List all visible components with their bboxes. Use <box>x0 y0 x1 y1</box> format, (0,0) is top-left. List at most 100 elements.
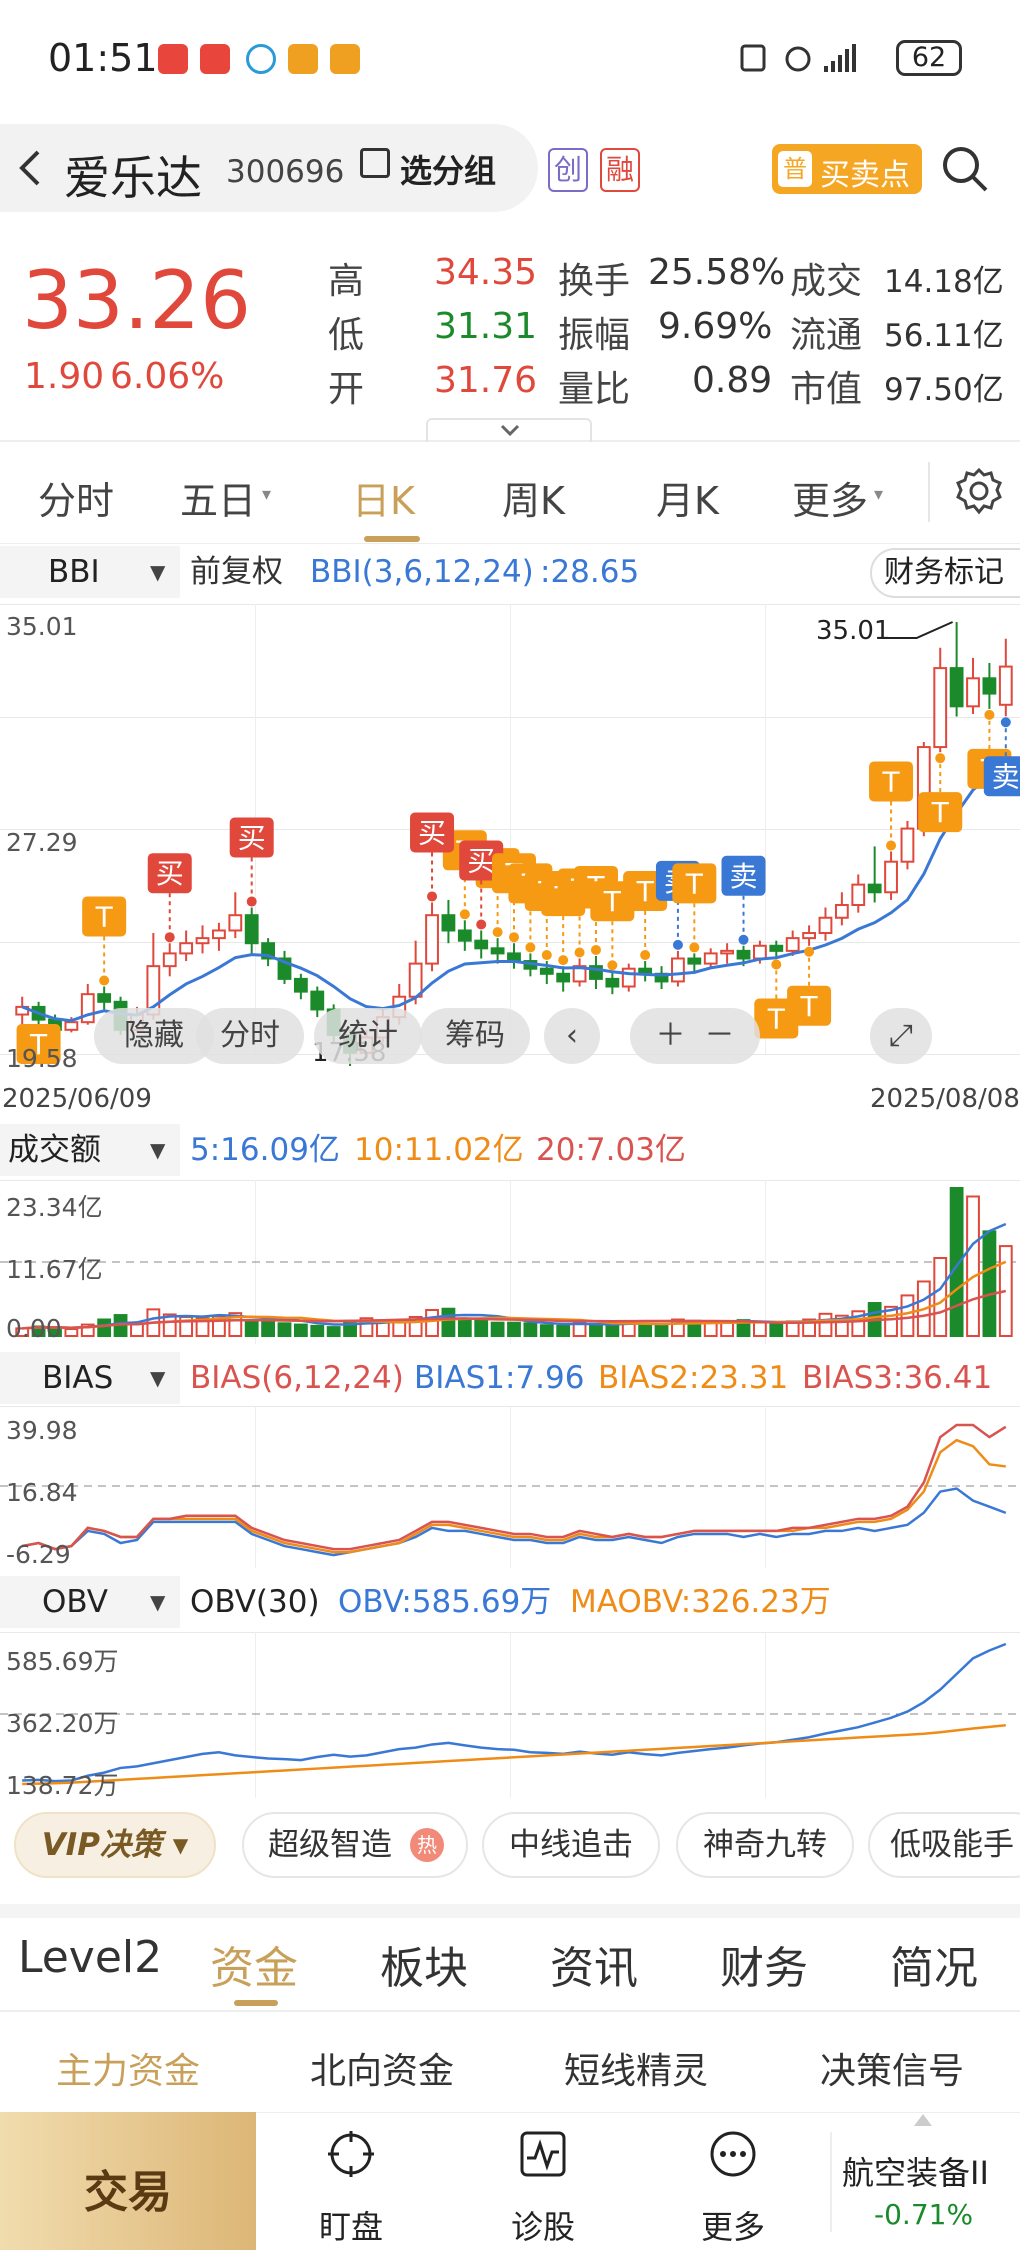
tab-weekly-k[interactable]: 周K <box>502 470 565 525</box>
caret-down-icon: ▼ <box>150 1138 166 1162</box>
trade-label: 交易 <box>84 2167 172 2218</box>
volume-ma20: 20:7.03亿 <box>536 1132 686 1168</box>
tab-news[interactable]: 资讯 <box>550 1932 638 1996</box>
tab-level2[interactable]: Level2 <box>18 1932 162 1983</box>
vip-decision-button[interactable]: VIP决策 ▾ <box>14 1812 216 1878</box>
volume-bar <box>589 1322 603 1337</box>
chips-button[interactable]: 筹码 <box>420 1008 530 1064</box>
buy-sell-label: 买卖点 <box>820 158 910 193</box>
bias-selector[interactable]: BIAS ▼ <box>0 1352 180 1404</box>
indicator-selector[interactable]: BBI ▼ <box>0 546 180 598</box>
scroll-left-button[interactable]: ‹ <box>544 1008 600 1064</box>
subtab-main-funds[interactable]: 主力资金 <box>56 2042 200 2094</box>
high-label: 高 <box>328 261 365 302</box>
diagnose-button[interactable]: 诊股 <box>478 2112 608 2250</box>
signal-label: T <box>881 766 900 799</box>
zoom-out-icon: － <box>704 1018 735 1053</box>
tab-finance[interactable]: 财务 <box>720 1932 808 1996</box>
signal-dot <box>541 950 552 961</box>
bias-y-low: -6.29 <box>6 1540 71 1569</box>
search-icon[interactable] <box>940 144 990 194</box>
float-cap-value: 56.11亿 <box>884 318 1004 354</box>
strategy-label: 超级智造 <box>268 1827 392 1863</box>
tab-five-day[interactable]: 五日 <box>180 470 256 525</box>
tab-sector[interactable]: 板块 <box>380 1932 468 1996</box>
watch-button[interactable]: 盯盘 <box>286 2112 416 2250</box>
notification-app-icon <box>200 44 230 74</box>
kline-y-low: 19.58 <box>6 1044 78 1073</box>
obv-selector[interactable]: OBV ▼ <box>0 1576 180 1628</box>
statistics-button[interactable]: 统计 <box>314 1008 422 1064</box>
volume-bar <box>261 1320 275 1337</box>
obv-line <box>22 1642 1007 1783</box>
amplitude-label: 振幅 <box>558 315 631 356</box>
candle <box>687 957 702 965</box>
candle <box>982 677 997 695</box>
signal-dot <box>525 942 536 953</box>
signal-icons <box>740 44 856 72</box>
signal-dot <box>246 896 257 907</box>
date-start: 2025/06/09 <box>2 1084 152 1114</box>
candle <box>490 947 505 955</box>
price-change-pct: 6.06% <box>110 356 225 397</box>
candle <box>228 914 243 932</box>
notification-app-icon <box>246 44 276 74</box>
strategy-chip-smart[interactable]: 超级智造热 <box>242 1812 468 1878</box>
zoom-buttons[interactable]: ＋ － <box>630 1008 760 1064</box>
adjust-mode[interactable]: 前复权 <box>190 546 283 598</box>
strategy-chip-low-buy[interactable]: 低吸能手 <box>868 1812 1020 1878</box>
volume-bar <box>638 1323 653 1338</box>
expand-handle[interactable] <box>426 418 592 442</box>
strategy-chip-nine-turn[interactable]: 神奇九转 <box>676 1812 854 1878</box>
back-arrow-icon[interactable] <box>14 148 48 188</box>
tab-monthly-k[interactable]: 月K <box>656 470 719 525</box>
obv-line <box>22 1724 1006 1786</box>
signal-label: 卖 <box>730 860 758 893</box>
intraday-overlay-button[interactable]: 分时 <box>196 1008 304 1064</box>
quote-panel: 33.26 1.90 6.06% 高 34.35 低 31.31 开 31.76… <box>0 216 1020 442</box>
indicator-select-value: BBI <box>48 554 100 590</box>
finance-mark-button[interactable]: 财务标记 <box>870 548 1020 598</box>
battery-level: 62 <box>911 42 947 73</box>
candle <box>900 827 915 863</box>
candle <box>97 993 112 1003</box>
turnover-label: 换手 <box>558 261 631 302</box>
strategy-chip-midline[interactable]: 中线追击 <box>482 1812 660 1878</box>
volume-bar <box>654 1324 669 1338</box>
subtab-short-term[interactable]: 短线精灵 <box>564 2042 708 2094</box>
signal-label: T <box>95 901 114 934</box>
bbi-value: :28.65 <box>540 554 640 590</box>
pulse-chart-icon <box>520 2131 566 2177</box>
sector-index-widget[interactable]: 航空装备II -0.71% <box>826 2112 1020 2250</box>
signal-label: 卖 <box>992 760 1020 793</box>
volume-selector[interactable]: 成交额 ▼ <box>0 1124 180 1176</box>
buy-sell-points-button[interactable]: 普 买卖点 <box>772 144 922 194</box>
tab-intraday[interactable]: 分时 <box>38 470 114 525</box>
subtab-northbound[interactable]: 北向资金 <box>310 2042 454 2094</box>
amount-value: 14.18亿 <box>884 264 1004 300</box>
subtab-decision-signal[interactable]: 决策信号 <box>820 2042 964 2094</box>
signal-dot <box>164 932 175 943</box>
signal-dot <box>672 939 683 950</box>
candle <box>556 972 571 983</box>
select-group-button[interactable]: 选分组 <box>400 146 496 192</box>
candlestick-chart[interactable]: TT买买TT买买TTTTTTTT卖T卖TTTTT卖 <box>0 604 1020 1074</box>
candle <box>949 667 964 708</box>
last-price: 33.26 <box>22 254 252 347</box>
tab-profile[interactable]: 简况 <box>890 1932 978 1996</box>
more-button[interactable]: 更多 <box>668 2112 798 2250</box>
bias-select-value: BIAS <box>42 1360 114 1396</box>
signal-dot <box>99 975 110 986</box>
volume-bar <box>900 1294 915 1338</box>
chevron-left-icon: ‹ <box>566 1018 578 1053</box>
tab-more[interactable]: 更多 <box>792 470 868 525</box>
volume-bar <box>753 1321 767 1337</box>
tab-daily-k[interactable]: 日K <box>352 470 415 525</box>
settings-gear-icon[interactable] <box>954 466 1004 516</box>
high-value: 34.35 <box>434 252 538 293</box>
signal-dot <box>886 840 897 851</box>
tab-funds[interactable]: 资金 <box>210 1932 298 1996</box>
trade-button[interactable]: 交易 <box>0 2112 256 2250</box>
bias-y-mid: 16.84 <box>6 1478 78 1507</box>
fullscreen-button[interactable]: ⤢ <box>870 1008 932 1064</box>
